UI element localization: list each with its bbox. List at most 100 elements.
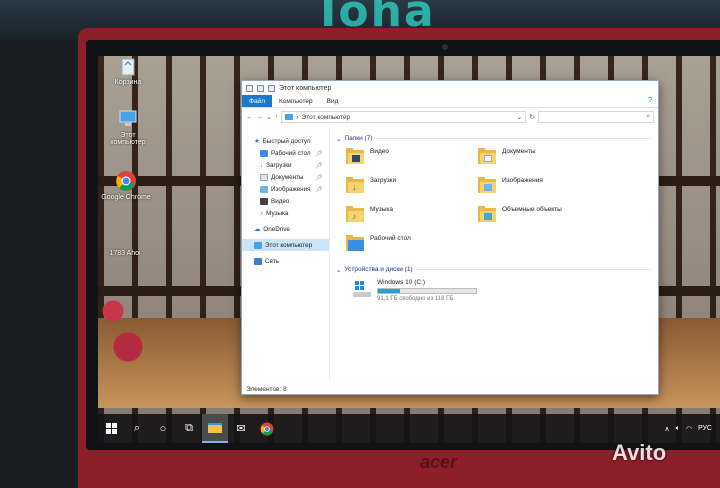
- nav-label: Быстрый доступ: [262, 137, 311, 145]
- nav-music[interactable]: ♪ Музыка: [242, 207, 329, 219]
- folder-desktop[interactable]: Рабочий стол: [346, 233, 478, 262]
- address-dropdown-icon[interactable]: ⌄: [517, 113, 522, 121]
- nav-this-pc[interactable]: Этот компьютер: [242, 239, 329, 251]
- ribbon-tabs: Файл Компьютер Вид ?: [242, 95, 658, 108]
- nav-label: OneDrive: [263, 225, 290, 233]
- drive-free-space: 91,1 ГБ свободно из 118 ГБ: [377, 296, 454, 302]
- search-icon: ⌕: [646, 113, 650, 120]
- folder-pictures[interactable]: Изображения: [478, 175, 608, 204]
- pin-icon[interactable]: 📌︎: [315, 150, 323, 157]
- volume-icon[interactable]: 🔈︎: [676, 425, 680, 433]
- pin-icon[interactable]: 📌︎: [315, 174, 323, 181]
- chevron-down-icon: ⌄: [336, 266, 342, 274]
- up-arrow-icon[interactable]: ↑: [275, 114, 279, 121]
- folder-3d-objects[interactable]: Объемные объекты: [478, 204, 608, 233]
- music-folder-icon: ♪: [346, 206, 364, 222]
- help-icon[interactable]: ?: [642, 95, 658, 107]
- cortana-icon[interactable]: ○: [150, 414, 176, 443]
- content-pane: ⌄ Папки (7) Видео Документы ↓ Загрузки И…: [330, 127, 658, 382]
- drive-c[interactable]: Windows 10 (C:) 91,1 ГБ свободно из 118 …: [336, 279, 658, 302]
- drive-usage-fill: [378, 289, 401, 293]
- chrome-taskbar-icon[interactable]: [254, 414, 280, 443]
- folder-label: Музыка: [370, 206, 393, 213]
- nav-network[interactable]: Сеть: [242, 255, 329, 267]
- tab-view[interactable]: Вид: [320, 95, 346, 107]
- chevron-down-icon: ⌄: [336, 135, 342, 143]
- nav-desktop[interactable]: Рабочий стол 📌︎: [242, 147, 329, 159]
- search-taskbar-icon[interactable]: ⌕: [124, 414, 150, 443]
- window-body: ★ Быстрый доступ Рабочий стол 📌︎ ↓ Загру…: [242, 127, 658, 382]
- download-icon: ↓: [260, 161, 264, 169]
- nav-label: Документы: [271, 173, 304, 181]
- properties-quick-icon[interactable]: [257, 84, 264, 92]
- nav-label: Сеть: [265, 257, 280, 265]
- downloads-folder-icon: ↓: [346, 177, 364, 193]
- group-divider: [375, 138, 652, 139]
- folder-label: Объемные объекты: [502, 206, 562, 213]
- desktop-icon-file[interactable]: 1783 Ahoi: [100, 250, 150, 257]
- pictures-folder-icon: [478, 177, 496, 193]
- folder-label: Рабочий стол: [370, 235, 411, 242]
- folder-downloads[interactable]: ↓ Загрузки: [346, 175, 478, 204]
- title-bar[interactable]: Этот компьютер: [242, 81, 658, 95]
- desktop-icon-label: 1783 Ahoi: [109, 250, 141, 257]
- window-icon: [246, 84, 253, 92]
- laptop-brand-logo: acer: [420, 452, 458, 472]
- breadcrumb-separator-icon: ›: [296, 113, 299, 121]
- language-indicator[interactable]: РУС: [698, 425, 712, 432]
- folder-music[interactable]: ♪ Музыка: [346, 204, 478, 233]
- folders-group-header[interactable]: ⌄ Папки (7): [336, 133, 658, 144]
- wallpaper-blossom: [98, 263, 148, 383]
- pin-icon[interactable]: 📌︎: [315, 162, 323, 169]
- nav-label: Загрузки: [266, 161, 292, 169]
- documents-folder-icon: [478, 148, 496, 164]
- nav-onedrive[interactable]: ☁ OneDrive: [242, 223, 329, 235]
- group-label: Папки (7): [344, 135, 373, 142]
- desktop-icon-chrome[interactable]: Google Chrome: [101, 170, 151, 201]
- folder-label: Видео: [370, 148, 389, 155]
- drive-name: Windows 10 (C:): [377, 279, 426, 286]
- address-bar[interactable]: › Этот компьютер ⌄: [281, 111, 527, 123]
- mail-icon[interactable]: ✉: [228, 414, 254, 443]
- nav-label: Рабочий стол: [271, 149, 311, 157]
- chevron-down-icon[interactable]: ⌄: [266, 113, 272, 121]
- tab-computer[interactable]: Компьютер: [272, 95, 320, 107]
- videos-icon: [260, 197, 268, 205]
- nav-pictures[interactable]: Изображения 📌︎: [242, 183, 329, 195]
- pictures-icon: [260, 185, 268, 193]
- group-label: Устройства и диски (1): [344, 266, 413, 273]
- forward-arrow-icon[interactable]: →: [256, 114, 263, 121]
- back-arrow-icon[interactable]: ←: [246, 114, 253, 121]
- nav-documents[interactable]: Документы 📌︎: [242, 171, 329, 183]
- drive-usage-bar: [377, 288, 477, 294]
- desktop-icon-label: Корзина: [114, 79, 142, 86]
- folders-grid: Видео Документы ↓ Загрузки Изображения ♪…: [336, 146, 658, 262]
- folder-label: Документы: [502, 148, 536, 155]
- new-folder-quick-icon[interactable]: [268, 84, 275, 92]
- chrome-icon: [115, 170, 137, 192]
- group-divider: [415, 269, 652, 270]
- refresh-icon[interactable]: ↻: [529, 113, 535, 121]
- breadcrumb-this-pc[interactable]: Этот компьютер: [302, 114, 351, 121]
- pin-icon[interactable]: 📌︎: [315, 186, 323, 193]
- folder-label: Загрузки: [370, 177, 397, 184]
- tab-file[interactable]: Файл: [242, 95, 272, 107]
- tray-overflow-icon[interactable]: ∧: [665, 425, 670, 433]
- nav-downloads[interactable]: ↓ Загрузки 📌︎: [242, 159, 329, 171]
- avito-watermark: Avito: [612, 440, 667, 465]
- devices-group-header[interactable]: ⌄ Устройства и диски (1): [336, 264, 658, 275]
- nav-quick-access[interactable]: ★ Быстрый доступ: [242, 135, 329, 147]
- desktop-folder-icon: [346, 235, 364, 251]
- nav-videos[interactable]: Видео: [242, 195, 329, 207]
- task-view-icon[interactable]: ⧉: [176, 414, 202, 443]
- folder-documents[interactable]: Документы: [478, 146, 608, 175]
- folder-videos[interactable]: Видео: [346, 146, 478, 175]
- file-explorer-taskbar-icon[interactable]: [202, 414, 228, 443]
- network-icon: [254, 257, 262, 265]
- desktop-icon-recycle-bin[interactable]: Корзина: [103, 55, 153, 86]
- desktop-icon-this-pc[interactable]: Этот компьютер: [103, 108, 153, 146]
- search-input[interactable]: ⌕: [538, 111, 654, 123]
- explorer-window[interactable]: Этот компьютер Файл Компьютер Вид ? ← → …: [241, 80, 659, 395]
- start-button[interactable]: [98, 414, 124, 443]
- wifi-icon[interactable]: ◠: [686, 425, 692, 433]
